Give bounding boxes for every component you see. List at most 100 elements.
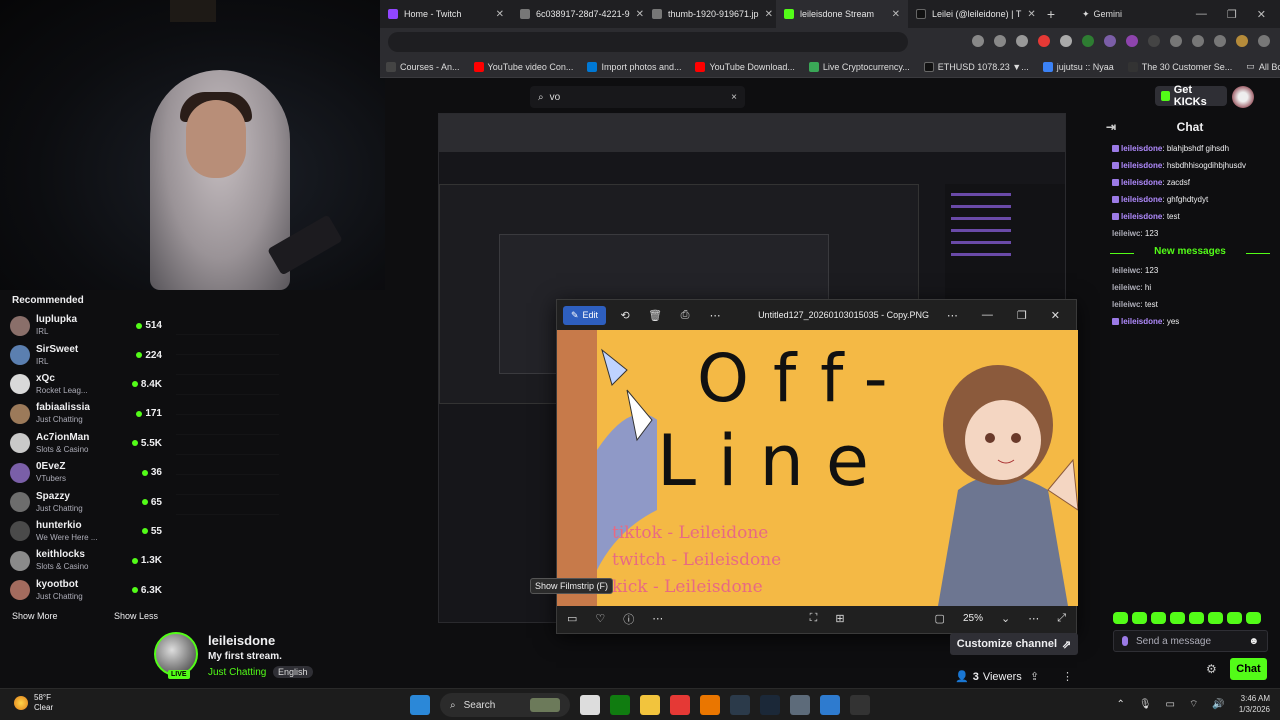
more-icon[interactable]: ⋮ [1062, 670, 1073, 683]
download-icon[interactable] [1214, 35, 1226, 47]
sidebar-channel[interactable]: fabiaalissia Just Chatting 171 [0, 399, 170, 428]
minimize-icon[interactable]: — [982, 309, 993, 322]
extension-icon[interactable] [1082, 35, 1094, 47]
bookmark[interactable]: jujutsu :: Nyaa [1042, 61, 1114, 72]
gear-icon[interactable]: ⚙ [1206, 662, 1217, 676]
zoom-select[interactable]: 25% [963, 613, 983, 624]
sidebar-channel[interactable]: Ac7ionMan Slots & Casino 5.5K [0, 429, 170, 458]
browser-tab[interactable]: 6c038917-28d7-4221-9 ✕ [512, 0, 644, 28]
bookmark[interactable]: Live Cryptocurrency... [808, 61, 910, 72]
bookmark[interactable]: Import photos and... [587, 61, 681, 72]
rotate-icon[interactable]: ⟲ [614, 309, 636, 322]
print-icon[interactable]: ⎙ [674, 309, 696, 322]
show-more-button[interactable]: Show More [12, 611, 58, 621]
emoji-icon[interactable]: ☻ [1248, 636, 1259, 647]
sidebar-channel[interactable]: Spazzy Just Chatting 65 [0, 487, 170, 516]
sidebar-channel[interactable]: luplupka IRL 514 [0, 311, 170, 340]
obs-icon[interactable] [850, 695, 870, 715]
emote-icon[interactable] [1208, 612, 1223, 624]
gemini-button[interactable]: ✦ Gemini [1082, 9, 1122, 20]
zoom-icon[interactable] [994, 35, 1006, 47]
xbox-icon[interactable] [610, 695, 630, 715]
sidebar-channel[interactable]: SirSweet IRL 224 [0, 340, 170, 369]
bookmark[interactable]: ETHUSD 1078.23 ▼... [923, 61, 1029, 72]
clock[interactable]: 3:46 AM 1/3/2026 [1239, 693, 1270, 715]
browser-tab[interactable]: thumb-1920-919671.jp ✕ [644, 0, 776, 28]
info-icon[interactable]: ⓘ [623, 611, 634, 627]
category-link[interactable]: Just Chatting [208, 667, 266, 678]
steam-icon[interactable] [760, 695, 780, 715]
windows-start-icon[interactable] [410, 695, 430, 715]
more-icon[interactable]: ⋯ [652, 612, 663, 625]
all-bookmarks[interactable]: ▭All Bookmarks [1246, 61, 1280, 72]
language-tag[interactable]: English [273, 666, 313, 678]
browser-tab[interactable]: Leilei (@leileidone) | T ✕ [908, 0, 1040, 28]
search-input[interactable]: ⌕ vo × [530, 86, 745, 108]
new-tab-button[interactable]: + [1040, 6, 1062, 22]
edit-button[interactable]: ✎ Edit [563, 305, 607, 325]
compare-icon[interactable]: ⊞ [835, 612, 844, 625]
browser-tab[interactable]: Home - Twitch ✕ [380, 0, 512, 28]
extension-icon[interactable] [1148, 35, 1160, 47]
bookmark[interactable]: YouTube video Con... [473, 61, 573, 72]
emote-icon[interactable] [1227, 612, 1242, 624]
app-icon[interactable] [820, 695, 840, 715]
close-icon[interactable]: ✕ [1051, 309, 1060, 322]
extension-icon[interactable] [972, 35, 984, 47]
avatar[interactable] [1232, 86, 1254, 108]
more-icon[interactable]: ⋯ [704, 309, 726, 322]
channel-name[interactable]: leileisdone [208, 633, 275, 648]
browser-tab-active[interactable]: leileisdone Stream ✕ [776, 0, 908, 28]
blender-icon[interactable] [700, 695, 720, 715]
display-icon[interactable]: ▭ [1166, 699, 1175, 710]
settings-icon[interactable] [790, 695, 810, 715]
puzzle-icon[interactable] [1170, 35, 1182, 47]
delete-icon[interactable]: 🗑 [644, 309, 666, 322]
bookmark[interactable]: YouTube Download... [695, 61, 795, 72]
mic-icon[interactable]: 🎙 [1139, 699, 1152, 710]
star-icon[interactable] [1016, 35, 1028, 47]
get-kicks-button[interactable]: Get KICKs [1155, 84, 1227, 108]
taskbar-search[interactable]: ⌕ Search [440, 693, 570, 717]
close-icon[interactable]: ✕ [1257, 8, 1266, 21]
extension-icon[interactable] [1126, 35, 1138, 47]
emote-icon[interactable] [1189, 612, 1204, 624]
profile-icon[interactable] [1236, 35, 1248, 47]
chrome-icon[interactable] [670, 695, 690, 715]
file-explorer-icon[interactable] [640, 695, 660, 715]
emote-icon[interactable] [1132, 612, 1147, 624]
emote-icon[interactable] [1170, 612, 1185, 624]
bookmark[interactable]: Courses - An... [386, 61, 460, 72]
menu-icon[interactable] [1258, 35, 1270, 47]
send-chat-button[interactable]: Chat [1230, 658, 1267, 680]
app-icon[interactable] [730, 695, 750, 715]
chevron-down-icon[interactable]: ⌄ [1001, 612, 1010, 625]
show-less-button[interactable]: Show Less [114, 611, 158, 621]
more-icon[interactable]: ⋯ [947, 309, 958, 322]
minimize-icon[interactable]: — [1196, 8, 1207, 21]
heart-icon[interactable]: ♡ [595, 612, 605, 625]
task-view-icon[interactable] [580, 695, 600, 715]
address-bar[interactable] [388, 32, 908, 52]
sidebar-channel[interactable]: keithlocks Slots & Casino 1.3K [0, 546, 170, 575]
sidebar-channel[interactable]: kyootbot Just Chatting 6.3K [0, 576, 170, 605]
extension-icon[interactable] [1060, 35, 1072, 47]
volume-icon[interactable]: 🔊 [1212, 699, 1224, 710]
close-icon[interactable]: ✕ [636, 9, 644, 20]
sidebar-icon[interactable] [1192, 35, 1204, 47]
weather-widget[interactable]: 58°F Clear [14, 693, 53, 713]
close-icon[interactable]: ✕ [892, 9, 900, 20]
close-icon[interactable]: ✕ [765, 9, 773, 20]
chevron-up-icon[interactable]: ⌃ [1116, 699, 1124, 710]
customize-channel-button[interactable]: Customize channel ⇗ [950, 633, 1078, 655]
maximize-icon[interactable]: ❐ [1017, 309, 1027, 322]
more-icon[interactable]: ⋯ [1028, 612, 1039, 625]
emote-icon[interactable] [1246, 612, 1261, 624]
new-messages-divider[interactable]: New messages [1100, 246, 1280, 262]
fit-icon[interactable]: ⛶ [810, 612, 818, 625]
sidebar-channel[interactable]: hunterkio We Were Here ... 55 [0, 517, 170, 546]
extension-icon[interactable] [1038, 35, 1050, 47]
extension-icon[interactable] [1104, 35, 1116, 47]
sidebar-channel[interactable]: 0EveZ VTubers 36 [0, 458, 170, 487]
bookmark[interactable]: The 30 Customer Se... [1127, 61, 1232, 72]
